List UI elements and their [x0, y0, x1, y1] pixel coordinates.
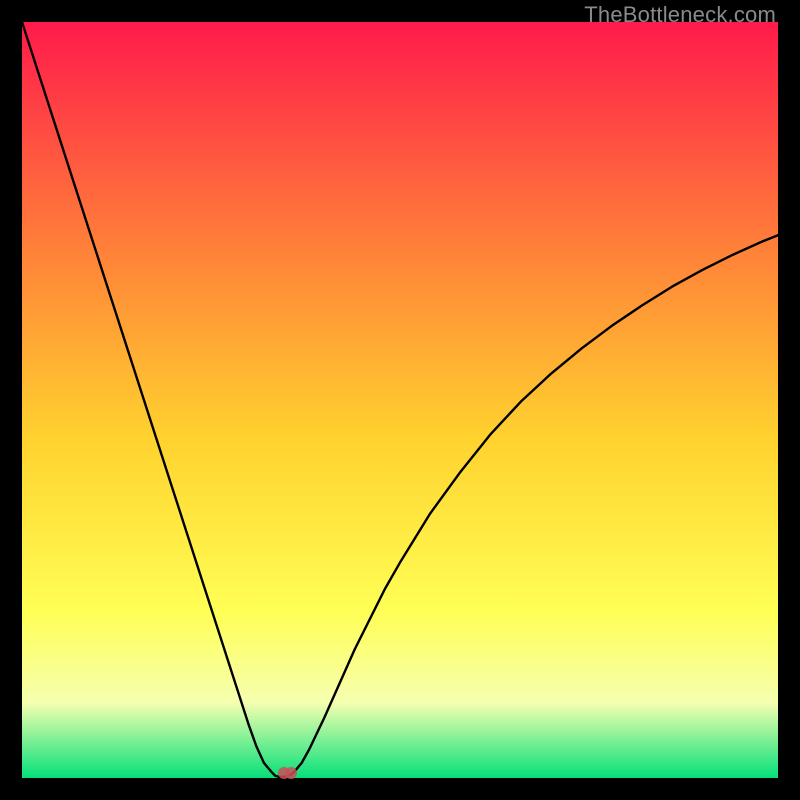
chart-background — [22, 22, 778, 778]
chart-frame — [22, 22, 778, 778]
chart-svg — [22, 22, 778, 778]
